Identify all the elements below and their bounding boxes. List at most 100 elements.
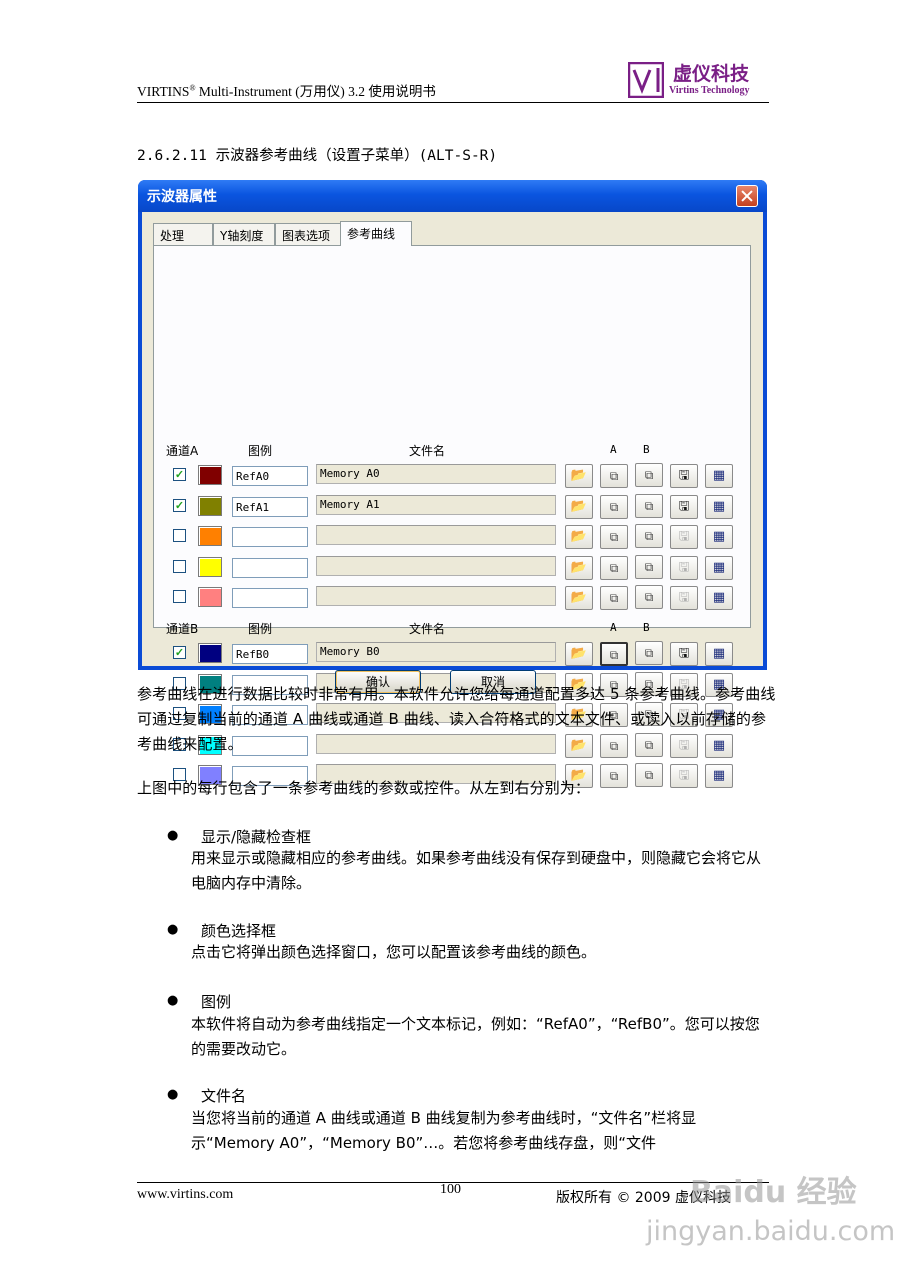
filename-column-header-b: 文件名 bbox=[409, 622, 446, 636]
bullet-marker: ● bbox=[167, 828, 179, 843]
save-button[interactable]: 🖫 bbox=[670, 642, 698, 666]
save-button[interactable]: 🖫 bbox=[670, 464, 698, 488]
bullet-marker: ● bbox=[167, 922, 179, 937]
visibility-checkbox[interactable] bbox=[173, 559, 186, 573]
legend-input[interactable] bbox=[232, 557, 308, 578]
channel-b-header: 通道B bbox=[166, 622, 199, 636]
bullet-title-legend: 图例 bbox=[201, 993, 232, 1011]
virtins-logo-icon bbox=[628, 62, 664, 98]
open-file-button[interactable]: 📂 bbox=[565, 464, 593, 488]
table-grid-icon: ▦ bbox=[712, 498, 726, 514]
dialog-title: 示波器属性 bbox=[147, 189, 217, 205]
copy-icon: ⧉ bbox=[609, 648, 619, 662]
copy-channel-a-button[interactable]: ⧉ bbox=[600, 525, 628, 549]
copy-channel-a-button[interactable]: ⧉ bbox=[600, 642, 628, 666]
paragraph-intro: 参考曲线在进行数据比较时非常有用。本软件允许您给每通道配置多达 5 条参考曲线。… bbox=[137, 685, 776, 753]
bullet-title-visibility: 显示/隐藏检查框 bbox=[201, 828, 312, 846]
data-table-button[interactable]: ▦ bbox=[705, 642, 733, 666]
open-folder-icon: 📂 bbox=[570, 529, 588, 544]
copy-channel-b-button[interactable]: ⧉ bbox=[635, 493, 663, 518]
page-number: 100 bbox=[440, 1182, 461, 1197]
legend-input[interactable] bbox=[232, 527, 308, 547]
visibility-checkbox[interactable]: ✓ bbox=[173, 468, 186, 481]
visibility-checkbox[interactable] bbox=[173, 590, 186, 603]
save-button[interactable]: 🖫 bbox=[670, 494, 698, 519]
copy-a-column-header: A bbox=[610, 443, 617, 456]
copy-channel-a-button[interactable]: ⧉ bbox=[600, 464, 628, 488]
bullet-text-legend: 本软件将自动为参考曲线指定一个文本标记，例如：“RefA0”，“RefB0”。您… bbox=[191, 1015, 760, 1058]
color-select-box[interactable] bbox=[198, 495, 222, 516]
logo-english-name: Virtins Technology bbox=[669, 85, 750, 96]
data-table-button[interactable]: ▦ bbox=[705, 494, 733, 519]
color-select-box[interactable] bbox=[198, 465, 222, 485]
table-grid-icon: ▦ bbox=[712, 646, 726, 661]
filename-field: Memory A0 bbox=[316, 464, 556, 484]
table-grid-icon: ▦ bbox=[712, 559, 726, 575]
section-title: 2.6.2.11 示波器参考曲线（设置子菜单）(ALT-S-R) bbox=[137, 148, 498, 164]
filename-field: Memory A1 bbox=[316, 494, 556, 515]
copy-channel-b-button[interactable]: ⧉ bbox=[635, 463, 663, 487]
copy-channel-a-button[interactable]: ⧉ bbox=[600, 555, 628, 580]
save-button[interactable]: 🖫 bbox=[670, 586, 698, 610]
save-button[interactable]: 🖫 bbox=[670, 525, 698, 549]
visibility-checkbox[interactable] bbox=[173, 529, 186, 542]
open-file-button[interactable]: 📂 bbox=[565, 555, 593, 580]
legend-input[interactable]: RefB0 bbox=[232, 644, 308, 664]
copy-channel-b-button[interactable]: ⧉ bbox=[635, 524, 663, 548]
color-select-box[interactable] bbox=[198, 526, 222, 546]
dialog-titlebar[interactable]: 示波器属性 bbox=[138, 180, 767, 212]
header-divider bbox=[137, 102, 769, 103]
color-select-box[interactable] bbox=[198, 587, 222, 607]
tab-reference-curves[interactable]: 参考曲线 bbox=[340, 221, 412, 246]
copy-channel-b-button[interactable]: ⧉ bbox=[635, 554, 663, 579]
legend-input[interactable] bbox=[232, 588, 308, 608]
data-table-button[interactable]: ▦ bbox=[705, 525, 733, 549]
copy-icon: ⧉ bbox=[644, 529, 654, 543]
bullet-text-color: 点击它将弹出颜色选择窗口，您可以配置该参考曲线的颜色。 bbox=[191, 943, 597, 961]
data-table-button[interactable]: ▦ bbox=[705, 586, 733, 610]
copy-channel-b-button[interactable]: ⧉ bbox=[635, 641, 663, 665]
legend-input[interactable]: RefA0 bbox=[232, 466, 308, 486]
open-folder-icon: 📂 bbox=[570, 468, 588, 483]
baidu-watermark-url: jingyan.baidu.com bbox=[646, 1216, 896, 1247]
legend-input[interactable]: RefA1 bbox=[232, 496, 308, 517]
floppy-disk-icon: 🖫 bbox=[678, 498, 690, 514]
copy-channel-a-button[interactable]: ⧉ bbox=[600, 494, 628, 519]
copy-icon: ⧉ bbox=[644, 590, 654, 604]
copy-icon: ⧉ bbox=[609, 591, 619, 605]
tab-processing[interactable]: 处理 bbox=[153, 223, 213, 245]
open-file-button[interactable]: 📂 bbox=[565, 586, 593, 610]
table-grid-icon: ▦ bbox=[712, 468, 726, 483]
open-folder-icon: 📂 bbox=[570, 590, 588, 605]
open-file-button[interactable]: 📂 bbox=[565, 642, 593, 666]
visibility-checkbox[interactable]: ✓ bbox=[173, 498, 186, 512]
legend-column-header-b: 图例 bbox=[248, 622, 273, 636]
copy-icon: ⧉ bbox=[644, 559, 654, 574]
color-select-box[interactable] bbox=[198, 556, 222, 577]
tab-y-scale[interactable]: Y轴刻度 bbox=[213, 223, 275, 245]
save-button[interactable]: 🖫 bbox=[670, 555, 698, 580]
dialog-client-area: 处理 Y轴刻度 图表选项 参考曲线 通道A 图例 文件名 A B ✓ RefA0 M… bbox=[142, 212, 763, 788]
bullet-text-visibility: 用来显示或隐藏相应的参考曲线。如果参考曲线没有保存到硬盘中，则隐藏它会将它从电脑… bbox=[191, 849, 762, 892]
legend-column-header: 图例 bbox=[248, 444, 273, 458]
tab-chart-options[interactable]: 图表选项 bbox=[275, 223, 341, 245]
copy-channel-b-button[interactable]: ⧉ bbox=[635, 585, 663, 609]
data-table-button[interactable]: ▦ bbox=[705, 555, 733, 580]
data-table-button[interactable]: ▦ bbox=[705, 464, 733, 488]
oscilloscope-properties-dialog: 示波器属性 处理 Y轴刻度 图表选项 参考曲线 通道A 图例 文件名 A B ✓… bbox=[138, 180, 767, 788]
copy-icon: ⧉ bbox=[609, 530, 619, 544]
table-grid-icon: ▦ bbox=[712, 590, 726, 605]
copy-icon: ⧉ bbox=[644, 498, 654, 513]
open-folder-icon: 📂 bbox=[570, 646, 588, 661]
copy-b-column-header: B bbox=[643, 443, 650, 456]
baidu-watermark: Baidu 经验 bbox=[690, 1175, 857, 1210]
open-file-button[interactable]: 📂 bbox=[565, 494, 593, 519]
color-select-box[interactable] bbox=[198, 643, 222, 663]
copy-channel-a-button[interactable]: ⧉ bbox=[600, 586, 628, 610]
floppy-disk-icon: 🖫 bbox=[678, 590, 690, 605]
open-file-button[interactable]: 📂 bbox=[565, 525, 593, 549]
visibility-checkbox[interactable]: ✓ bbox=[173, 646, 186, 659]
table-grid-icon: ▦ bbox=[712, 529, 726, 544]
copy-icon: ⧉ bbox=[609, 560, 619, 575]
close-button[interactable] bbox=[736, 185, 758, 207]
